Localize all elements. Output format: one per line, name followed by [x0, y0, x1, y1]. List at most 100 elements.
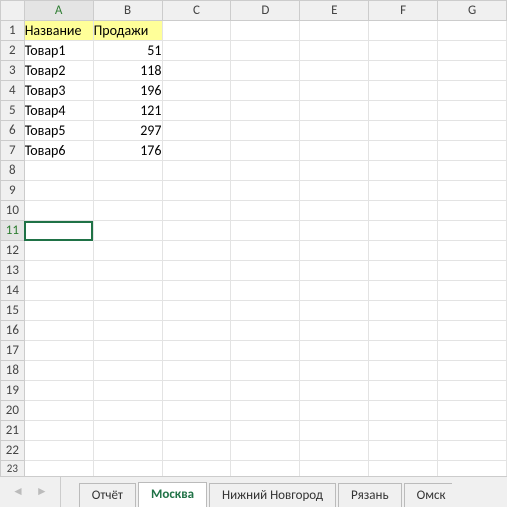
- sheet-tab-report[interactable]: Отчёт: [79, 483, 136, 507]
- row-header-7[interactable]: 7: [1, 141, 25, 161]
- cell[interactable]: [162, 421, 231, 441]
- row-header-6[interactable]: 6: [1, 121, 25, 141]
- row-header-14[interactable]: 14: [1, 281, 25, 301]
- cell[interactable]: [93, 381, 162, 401]
- cell[interactable]: [231, 281, 300, 301]
- cell[interactable]: [93, 161, 162, 181]
- cell[interactable]: [93, 261, 162, 281]
- cell[interactable]: [162, 41, 231, 61]
- row-header-3[interactable]: 3: [1, 61, 25, 81]
- cell[interactable]: [300, 241, 369, 261]
- cell[interactable]: [231, 461, 300, 477]
- cell[interactable]: [231, 161, 300, 181]
- cell[interactable]: [93, 201, 162, 221]
- cell[interactable]: [162, 261, 231, 281]
- cell[interactable]: [24, 381, 93, 401]
- cell[interactable]: [162, 121, 231, 141]
- cell[interactable]: [162, 221, 231, 241]
- cell[interactable]: [231, 401, 300, 421]
- cell[interactable]: [231, 181, 300, 201]
- cell-B5[interactable]: 121: [93, 101, 162, 121]
- cell[interactable]: [24, 241, 93, 261]
- cell[interactable]: [369, 141, 438, 161]
- cell[interactable]: [162, 361, 231, 381]
- sheet-tab-ryazan[interactable]: Рязань: [338, 483, 402, 507]
- cell[interactable]: [93, 321, 162, 341]
- cell-B1[interactable]: Продажи: [93, 21, 162, 41]
- cell[interactable]: [24, 261, 93, 281]
- cell[interactable]: [231, 221, 300, 241]
- cell[interactable]: [369, 321, 438, 341]
- cell[interactable]: [93, 361, 162, 381]
- cell[interactable]: [300, 161, 369, 181]
- cell-A3[interactable]: Товар2: [24, 61, 93, 81]
- cell[interactable]: [24, 321, 93, 341]
- col-header-B[interactable]: B: [93, 1, 162, 21]
- row-header-22[interactable]: 22: [1, 441, 25, 461]
- cell[interactable]: [300, 101, 369, 121]
- sheet-tab-omsk[interactable]: Омск: [404, 483, 452, 507]
- col-header-F[interactable]: F: [369, 1, 438, 21]
- cell[interactable]: [438, 461, 507, 477]
- row-header-8[interactable]: 8: [1, 161, 25, 181]
- col-header-G[interactable]: G: [438, 1, 507, 21]
- cell-B3[interactable]: 118: [93, 61, 162, 81]
- cell[interactable]: [300, 421, 369, 441]
- cell[interactable]: [438, 221, 507, 241]
- row-header-12[interactable]: 12: [1, 241, 25, 261]
- cell[interactable]: [369, 21, 438, 41]
- cell[interactable]: [300, 201, 369, 221]
- cell[interactable]: [300, 221, 369, 241]
- row-header-20[interactable]: 20: [1, 401, 25, 421]
- cell[interactable]: [300, 401, 369, 421]
- cell[interactable]: [369, 281, 438, 301]
- col-header-E[interactable]: E: [300, 1, 369, 21]
- row-header-4[interactable]: 4: [1, 81, 25, 101]
- tab-nav-prev-icon[interactable]: ◄: [10, 484, 26, 500]
- cell[interactable]: [300, 361, 369, 381]
- cell[interactable]: [231, 341, 300, 361]
- cell[interactable]: [300, 321, 369, 341]
- cell[interactable]: [231, 361, 300, 381]
- cell[interactable]: [24, 161, 93, 181]
- cell[interactable]: [24, 421, 93, 441]
- cell[interactable]: [93, 421, 162, 441]
- cell[interactable]: [24, 201, 93, 221]
- row-header-2[interactable]: 2: [1, 41, 25, 61]
- cell[interactable]: [369, 121, 438, 141]
- cell-B7[interactable]: 176: [93, 141, 162, 161]
- cell[interactable]: [369, 421, 438, 441]
- cell-A1[interactable]: Название: [24, 21, 93, 41]
- cell[interactable]: [438, 161, 507, 181]
- cell[interactable]: [369, 221, 438, 241]
- cell[interactable]: [438, 401, 507, 421]
- cell[interactable]: [300, 121, 369, 141]
- cell-B4[interactable]: 196: [93, 81, 162, 101]
- cell[interactable]: [300, 21, 369, 41]
- row-header-5[interactable]: 5: [1, 101, 25, 121]
- cell[interactable]: [300, 381, 369, 401]
- cell[interactable]: [369, 401, 438, 421]
- row-header-13[interactable]: 13: [1, 261, 25, 281]
- cell[interactable]: [93, 181, 162, 201]
- cell[interactable]: [438, 361, 507, 381]
- cell[interactable]: [438, 141, 507, 161]
- cell[interactable]: [162, 401, 231, 421]
- cell[interactable]: [300, 281, 369, 301]
- cell[interactable]: [438, 301, 507, 321]
- cell[interactable]: [369, 261, 438, 281]
- cell[interactable]: [369, 161, 438, 181]
- row-header-10[interactable]: 10: [1, 201, 25, 221]
- row-header-17[interactable]: 17: [1, 341, 25, 361]
- cell[interactable]: [24, 361, 93, 381]
- cell[interactable]: [231, 441, 300, 461]
- col-header-D[interactable]: D: [231, 1, 300, 21]
- cell[interactable]: [162, 141, 231, 161]
- cell[interactable]: [438, 441, 507, 461]
- cell[interactable]: [162, 341, 231, 361]
- cell[interactable]: [93, 401, 162, 421]
- cell[interactable]: [300, 461, 369, 477]
- cell[interactable]: [369, 101, 438, 121]
- cell[interactable]: [24, 301, 93, 321]
- cell[interactable]: [231, 41, 300, 61]
